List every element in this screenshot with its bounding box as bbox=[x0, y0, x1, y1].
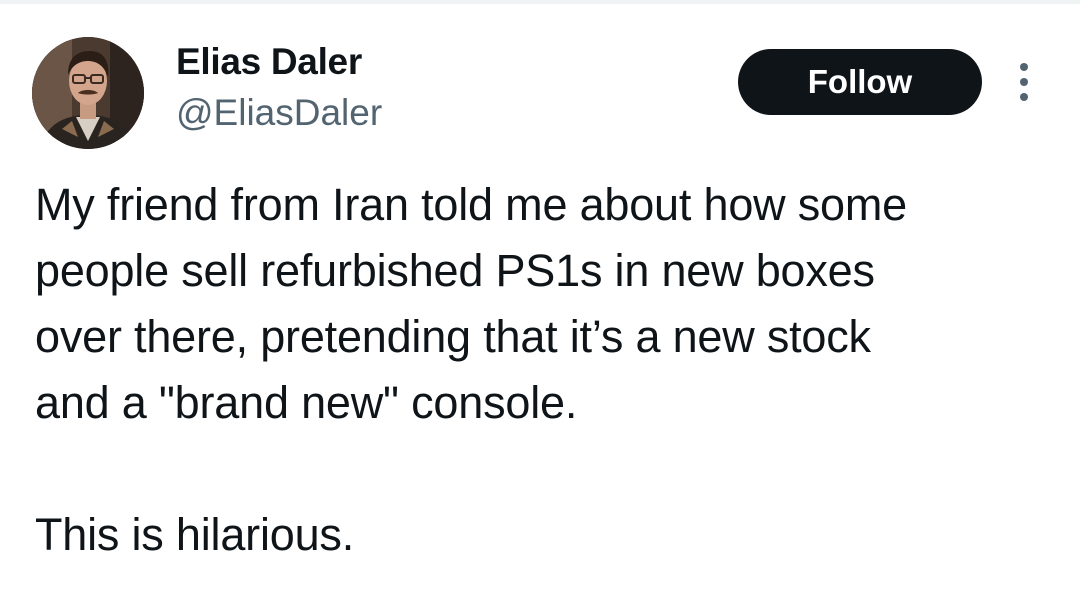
follow-button[interactable]: Follow bbox=[738, 49, 982, 115]
tweet-text: My friend from Iran told me about how so… bbox=[35, 172, 1070, 568]
more-vertical-icon bbox=[1020, 63, 1028, 71]
top-divider bbox=[0, 0, 1080, 4]
more-vertical-icon-dot bbox=[1020, 78, 1028, 86]
avatar[interactable] bbox=[32, 37, 144, 149]
more-vertical-icon-dot bbox=[1020, 93, 1028, 101]
tweet-text-line: people sell refurbished PS1s in new boxe… bbox=[35, 245, 875, 296]
tweet-text-closing-line: This is hilarious. bbox=[35, 509, 355, 560]
avatar-photo-icon bbox=[32, 37, 144, 149]
tweet-text-line: over there, pretending that it’s a new s… bbox=[35, 311, 871, 362]
tweet-text-line: My friend from Iran told me about how so… bbox=[35, 179, 907, 230]
tweet-text-line: and a "brand new" console. bbox=[35, 377, 578, 428]
user-handle[interactable]: @EliasDaler bbox=[176, 92, 382, 134]
more-options-button[interactable] bbox=[1004, 56, 1044, 108]
display-name[interactable]: Elias Daler bbox=[176, 41, 362, 83]
